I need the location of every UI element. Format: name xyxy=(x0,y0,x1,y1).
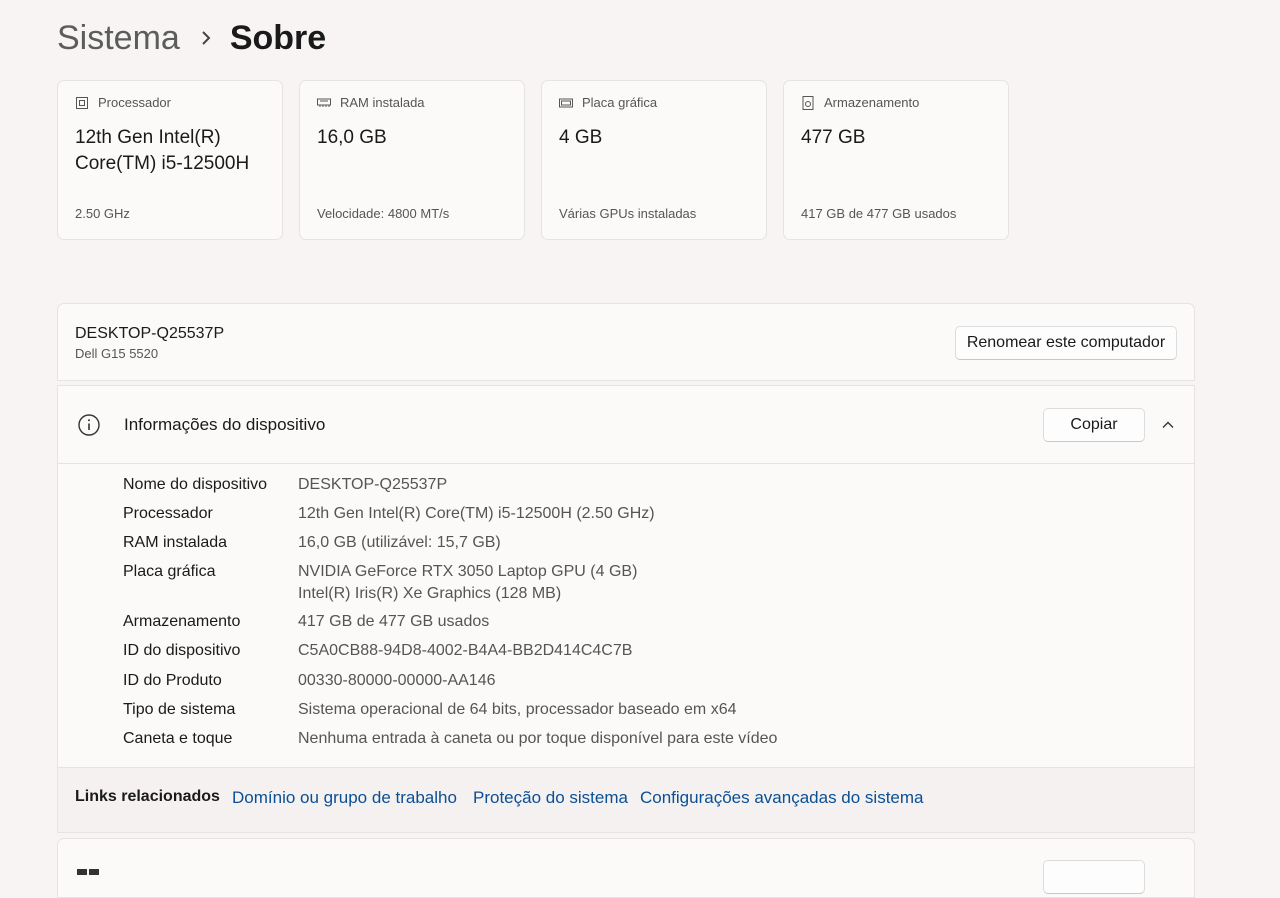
link-system-protection[interactable]: Proteção do sistema xyxy=(473,788,628,808)
row-label: ID do dispositivo xyxy=(123,642,241,659)
copy-button[interactable]: Copiar xyxy=(1043,408,1145,442)
chevron-up-icon[interactable] xyxy=(1160,417,1176,433)
row-label: Nome do dispositivo xyxy=(123,476,268,493)
card-ram: RAM instalada 16,0 GB Velocidade: 4800 M… xyxy=(299,80,525,240)
link-domain-workgroup[interactable]: Domínio ou grupo de trabalho xyxy=(232,788,457,808)
row-value: 16,0 GB (utilizável: 15,7 GB) xyxy=(298,534,501,551)
breadcrumb: Sistema Sobre xyxy=(57,16,326,60)
processor-icon xyxy=(76,96,88,109)
row-value: 12th Gen Intel(R) Core(TM) i5-12500H (2.… xyxy=(298,505,655,522)
breadcrumb-parent[interactable]: Sistema xyxy=(57,19,180,58)
row-value: DESKTOP-Q25537P xyxy=(298,476,448,493)
rename-button[interactable]: Renomear este computador xyxy=(955,326,1177,360)
card-label: Placa gráfica xyxy=(582,95,658,110)
next-panel xyxy=(57,838,1195,898)
card-label: Processador xyxy=(98,95,171,110)
row-label: Armazenamento xyxy=(123,613,241,630)
page-title: Sobre xyxy=(229,18,327,57)
row-label: Placa gráfica xyxy=(123,563,216,580)
row-label: Processador xyxy=(123,505,213,522)
copy-button-2[interactable] xyxy=(1043,860,1145,894)
row-value-secondary: Intel(R) Iris(R) Xe Graphics (128 MB) xyxy=(298,585,562,602)
windows-icon xyxy=(77,869,99,875)
device-info-title[interactable]: Informações do dispositivo xyxy=(124,415,325,435)
card-value: 477 GB xyxy=(801,127,866,148)
card-foot: Várias GPUs instaladas xyxy=(559,206,697,221)
divider xyxy=(58,463,1194,464)
card-label: Armazenamento xyxy=(824,95,920,110)
row-value: NVIDIA GeForce RTX 3050 Laptop GPU (4 GB… xyxy=(298,563,638,580)
gpu-icon xyxy=(559,98,573,107)
link-advanced-settings[interactable]: Configurações avançadas do sistema xyxy=(640,788,924,808)
card-processor: Processador 12th Gen Intel(R) Core(TM) i… xyxy=(57,80,283,240)
row-label: ID do Produto xyxy=(123,672,222,689)
card-value: 4 GB xyxy=(559,127,603,148)
info-icon xyxy=(78,414,100,436)
device-name: DESKTOP-Q25537P xyxy=(75,325,225,342)
ram-icon xyxy=(317,98,331,107)
card-value: 12th Gen Intel(R) Core(TM) i5-12500H xyxy=(75,127,250,174)
row-label: Caneta e toque xyxy=(123,730,233,747)
row-value: 00330-80000-00000-AA146 xyxy=(298,672,496,689)
row-label: Tipo de sistema xyxy=(123,701,236,718)
device-model: Dell G15 5520 xyxy=(75,346,159,361)
row-label: RAM instalada xyxy=(123,534,228,551)
card-foot: 417 GB de 477 GB usados xyxy=(801,206,957,221)
row-value: Sistema operacional de 64 bits, processa… xyxy=(298,701,737,718)
chevron-right-icon xyxy=(202,31,211,45)
card-label: RAM instalada xyxy=(340,95,425,110)
device-name-panel: DESKTOP-Q25537P Dell G15 5520 Renomear e… xyxy=(57,303,1195,381)
storage-icon xyxy=(802,95,814,110)
row-value: Nenhuma entrada à caneta ou por toque di… xyxy=(298,730,778,747)
card-foot: 2.50 GHz xyxy=(75,206,130,221)
card-gpu: Placa gráfica 4 GB Várias GPUs instalada… xyxy=(541,80,767,240)
row-value: 417 GB de 477 GB usados xyxy=(298,613,490,630)
card-foot: Velocidade: 4800 MT/s xyxy=(317,206,450,221)
card-value: 16,0 GB xyxy=(317,127,387,148)
card-storage: Armazenamento 477 GB 417 GB de 477 GB us… xyxy=(783,80,1009,240)
row-value: C5A0CB88-94D8-4002-B4A4-BB2D414C4C7B xyxy=(298,642,633,659)
related-links-label: Links relacionados xyxy=(75,788,220,805)
